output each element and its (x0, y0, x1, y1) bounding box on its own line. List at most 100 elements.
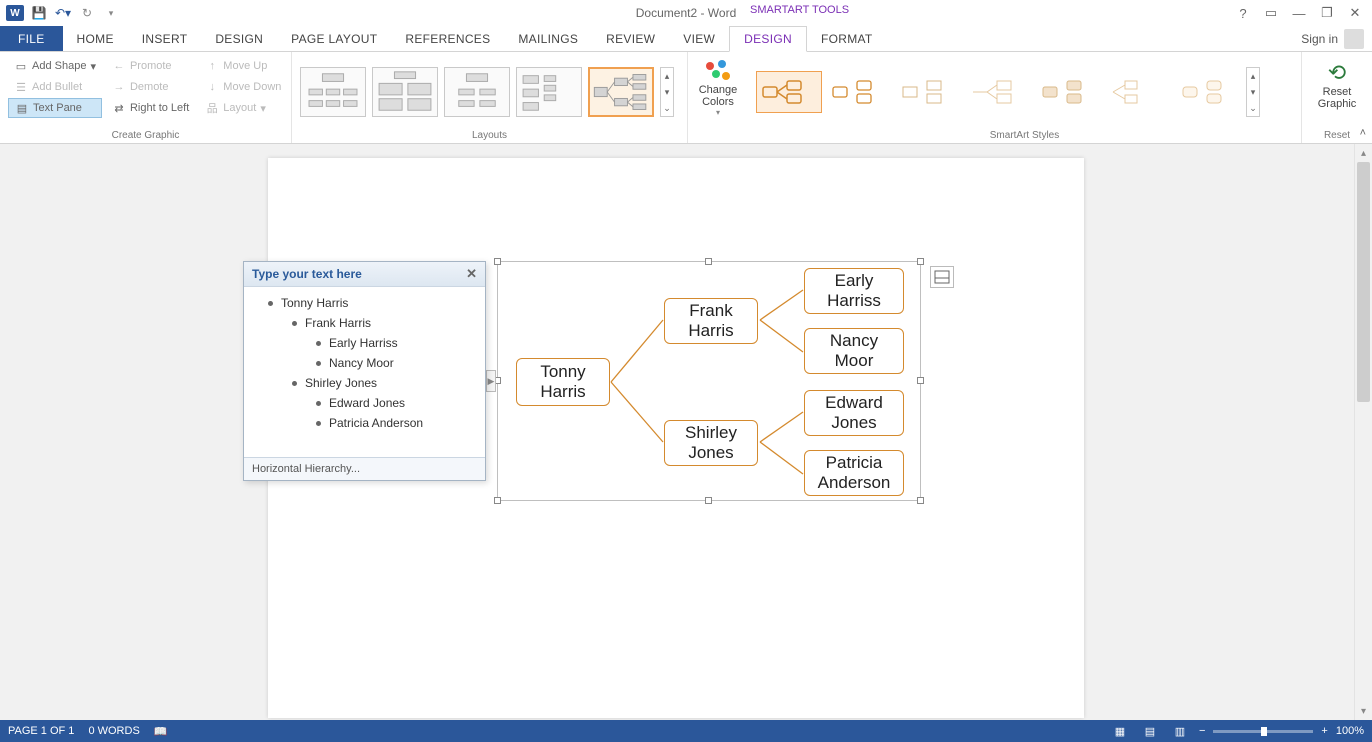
text-pane-item[interactable]: Nancy Moor (254, 353, 475, 373)
text-pane-item[interactable]: Frank Harris (254, 313, 475, 333)
restore-button[interactable]: ❐ (1314, 3, 1340, 23)
style-thumb-3[interactable] (896, 71, 962, 113)
tab-design-main[interactable]: DESIGN (201, 26, 277, 51)
collapse-ribbon-button[interactable]: ˄ (1360, 127, 1366, 139)
tab-insert[interactable]: INSERT (128, 26, 202, 51)
styles-gallery-more[interactable]: ▴▾⌄ (1246, 67, 1260, 117)
resize-handle[interactable] (917, 377, 924, 384)
smartart-node-leaf[interactable]: Early Harriss (804, 268, 904, 314)
undo-button[interactable]: ↶▾ (52, 2, 74, 24)
resize-handle[interactable] (705, 497, 712, 504)
view-web-layout[interactable]: ▥ (1169, 722, 1191, 740)
qat-customize[interactable]: ▾ (100, 2, 122, 24)
layout-options-icon[interactable] (930, 266, 954, 288)
style-thumb-6[interactable] (1106, 71, 1172, 113)
smartart-node-leaf[interactable]: Nancy Moor (804, 328, 904, 374)
right-to-left-button[interactable]: ⇄Right to Left (106, 98, 195, 118)
view-print-layout[interactable]: ▤ (1139, 722, 1161, 740)
sign-in-label: Sign in (1301, 32, 1338, 46)
scroll-down-arrow[interactable]: ▾ (1355, 702, 1372, 720)
move-down-button[interactable]: ↓Move Down (199, 77, 287, 97)
smartart-node-mid[interactable]: Frank Harris (664, 298, 758, 344)
text-pane-expand-arrow[interactable]: ▶ (486, 370, 496, 392)
tab-home[interactable]: HOME (63, 26, 128, 51)
document-title: Document2 - Word (636, 6, 736, 20)
resize-handle[interactable] (705, 258, 712, 265)
word-app-icon[interactable]: W (4, 2, 26, 24)
text-pane-item[interactable]: Tonny Harris (254, 293, 475, 313)
text-pane-body[interactable]: Tonny Harris Frank Harris Early Harriss … (244, 287, 485, 457)
styles-gallery: ▴▾⌄ (756, 56, 1260, 128)
scroll-track[interactable] (1357, 162, 1370, 702)
tab-format[interactable]: FORMAT (807, 26, 887, 51)
resize-handle[interactable] (917, 497, 924, 504)
zoom-slider[interactable] (1213, 730, 1313, 733)
style-thumb-7[interactable] (1176, 71, 1242, 113)
style-thumb-4[interactable] (966, 71, 1032, 113)
redo-button[interactable]: ↻ (76, 2, 98, 24)
style-thumb-1-selected[interactable] (756, 71, 822, 113)
layout-thumb-3[interactable] (444, 67, 510, 117)
minimize-button[interactable]: — (1286, 3, 1312, 23)
close-button[interactable]: ✕ (1342, 3, 1368, 23)
text-pane-item[interactable]: Early Harriss (254, 333, 475, 353)
save-button[interactable]: 💾 (28, 2, 50, 24)
text-pane-header[interactable]: Type your text here ✕ (244, 262, 485, 287)
text-pane-item[interactable]: Shirley Jones (254, 373, 475, 393)
scroll-thumb[interactable] (1357, 162, 1370, 402)
ribbon-options-button[interactable]: ▭ (1258, 3, 1284, 23)
demote-button[interactable]: →Demote (106, 77, 195, 97)
tab-page-layout[interactable]: PAGE LAYOUT (277, 26, 391, 51)
style-thumb-2[interactable] (826, 71, 892, 113)
sign-in[interactable]: Sign in (1293, 26, 1372, 51)
resize-handle[interactable] (494, 497, 501, 504)
reset-graphic-button[interactable]: ⟲ Reset Graphic (1310, 56, 1364, 114)
word-count[interactable]: 0 WORDS (88, 725, 139, 737)
text-pane-toggle[interactable]: ▤Text Pane (8, 98, 102, 118)
zoom-slider-knob[interactable] (1261, 727, 1267, 736)
layout-button[interactable]: 品Layout ▾ (199, 98, 287, 118)
tab-references[interactable]: REFERENCES (391, 26, 504, 51)
text-pane-item[interactable]: Patricia Anderson (254, 413, 475, 433)
smartart-node-leaf[interactable]: Patricia Anderson (804, 450, 904, 496)
group-label-layouts: Layouts (300, 128, 679, 141)
smartart-node-leaf[interactable]: Edward Jones (804, 390, 904, 436)
tab-design-smartart[interactable]: DESIGN (729, 26, 807, 52)
layout-thumb-5-selected[interactable] (588, 67, 654, 117)
change-colors-button[interactable]: Change Colors ▾ (696, 56, 740, 121)
group-create-graphic: ▭Add Shape ▾ ☰Add Bullet ▤Text Pane ←Pro… (0, 52, 292, 143)
text-pane-item[interactable]: Edward Jones (254, 393, 475, 413)
smartart-canvas[interactable]: ▶ Tonny Harris Frank Harris Shirley Jone… (497, 261, 921, 501)
view-read-mode[interactable]: ▦ (1109, 722, 1131, 740)
resize-handle[interactable] (494, 258, 501, 265)
layout-thumb-2[interactable] (372, 67, 438, 117)
promote-button[interactable]: ←Promote (106, 56, 195, 76)
layout-thumb-1[interactable] (300, 67, 366, 117)
page-indicator[interactable]: PAGE 1 OF 1 (8, 725, 74, 737)
add-bullet-button[interactable]: ☰Add Bullet (8, 77, 102, 97)
move-up-button[interactable]: ↑Move Up (199, 56, 287, 76)
zoom-in-button[interactable]: + (1321, 725, 1327, 737)
tab-review[interactable]: REVIEW (592, 26, 669, 51)
tab-view[interactable]: VIEW (669, 26, 729, 51)
bullet-icon (292, 321, 297, 326)
scroll-up-arrow[interactable]: ▴ (1355, 144, 1372, 162)
smartart-node-root[interactable]: Tonny Harris (516, 358, 610, 406)
layout-thumb-4[interactable] (516, 67, 582, 117)
bullet-icon (268, 301, 273, 306)
style-thumb-5[interactable] (1036, 71, 1102, 113)
text-pane-close-button[interactable]: ✕ (466, 266, 477, 282)
proofing-icon[interactable]: 📖 (154, 725, 168, 738)
zoom-out-button[interactable]: − (1199, 725, 1205, 737)
text-pane-footer[interactable]: Horizontal Hierarchy... (244, 457, 485, 480)
help-button[interactable]: ? (1230, 3, 1256, 23)
tab-file[interactable]: FILE (0, 26, 63, 51)
add-shape-button[interactable]: ▭Add Shape ▾ (8, 56, 102, 76)
tab-mailings[interactable]: MAILINGS (504, 26, 592, 51)
vertical-scrollbar[interactable]: ▴ ▾ (1354, 144, 1372, 720)
smartart-node-mid[interactable]: Shirley Jones (664, 420, 758, 466)
resize-handle[interactable] (917, 258, 924, 265)
zoom-level[interactable]: 100% (1336, 725, 1364, 737)
layouts-gallery-more[interactable]: ▴▾⌄ (660, 67, 674, 117)
layout-icon: 品 (205, 101, 219, 115)
